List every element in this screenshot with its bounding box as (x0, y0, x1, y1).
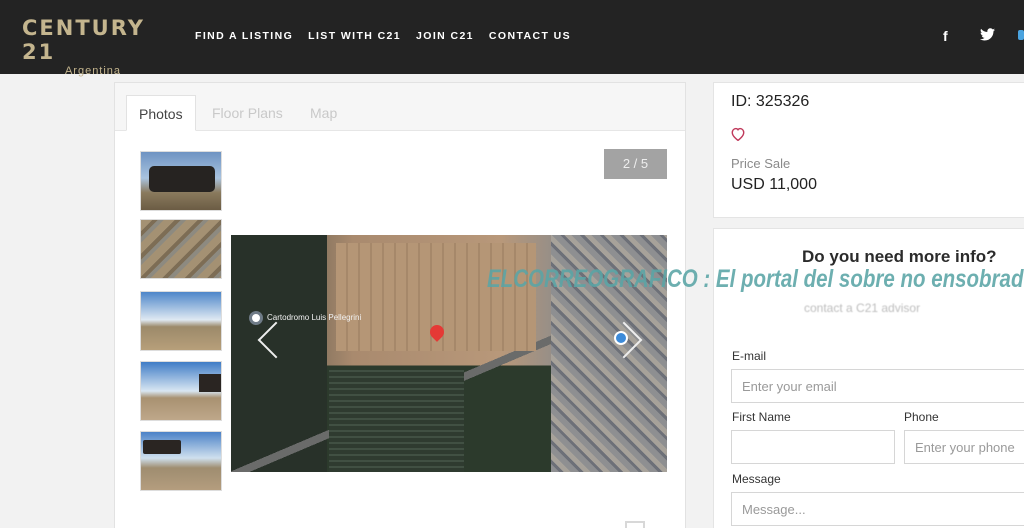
tab-floor-plans[interactable]: Floor Plans (200, 95, 295, 131)
phone-label: Phone (904, 410, 939, 424)
billboard-image (149, 166, 215, 192)
first-name-label: First Name (732, 410, 791, 424)
thumbnail-4[interactable] (140, 361, 222, 421)
nav-contact-us[interactable]: CONTACT US (489, 30, 571, 42)
message-field[interactable] (731, 492, 1024, 526)
nav-list-with-c21[interactable]: LIST WITH C21 (308, 30, 401, 42)
thumbnail-5[interactable] (140, 431, 222, 491)
contact-title: Do you need more info? (802, 247, 997, 266)
email-field[interactable] (731, 369, 1024, 403)
thumbnail-3[interactable] (140, 291, 222, 351)
fullscreen-icon[interactable] (625, 521, 645, 528)
listing-id: ID: 325326 (731, 93, 810, 110)
photo-counter: 2 / 5 (604, 149, 667, 179)
price-value: USD 11,000 (731, 176, 817, 193)
map-place-label: Cartodromo Luis Pellegrini (267, 313, 362, 322)
phone-field[interactable] (904, 430, 1024, 464)
map-poi-icon (249, 311, 263, 325)
gallery-tabs: Photos Floor Plans Map (115, 83, 685, 131)
message-label: Message (732, 472, 781, 486)
nav-join-c21[interactable]: JOIN C21 (416, 30, 474, 42)
thumbnail-1[interactable] (140, 151, 222, 211)
billboard-image (199, 374, 221, 392)
prev-arrow-icon[interactable] (257, 321, 295, 359)
nav-find-listing[interactable]: FIND A LISTING (195, 30, 293, 42)
century21-logo[interactable]: CENTURY 21 Argentina (22, 16, 172, 77)
tab-map[interactable]: Map (298, 95, 349, 131)
favorite-heart-icon[interactable] (730, 127, 746, 141)
twitter-icon[interactable] (980, 28, 995, 44)
main-nav: FIND A LISTING LIST WITH C21 JOIN C21 CO… (195, 30, 571, 42)
listing-summary-card: ID: 325326 Price Sale USD 11,000 (713, 82, 1024, 218)
facebook-icon[interactable]: f (943, 28, 948, 44)
top-navbar: CENTURY 21 Argentina FIND A LISTING LIST… (0, 0, 1024, 77)
logo-sub-text: Argentina (64, 65, 122, 77)
contact-subtitle: contact a C21 advisor (804, 301, 921, 315)
thumbnail-2[interactable] (140, 219, 222, 279)
social-icon-partial[interactable] (1018, 30, 1024, 40)
first-name-field[interactable] (731, 430, 895, 464)
tree-grove (329, 370, 464, 472)
tab-photos[interactable]: Photos (126, 95, 196, 131)
watermark-text: ELCORREOGRAFICO : El portal del sobre no… (487, 265, 1024, 293)
gallery-panel: Photos Floor Plans Map 2 / 5 Cartodromo … (114, 82, 686, 528)
billboard-image (143, 440, 181, 454)
price-label: Price Sale (731, 156, 791, 171)
email-label: E-mail (732, 349, 767, 363)
logo-main-text: CENTURY 21 (22, 16, 145, 64)
